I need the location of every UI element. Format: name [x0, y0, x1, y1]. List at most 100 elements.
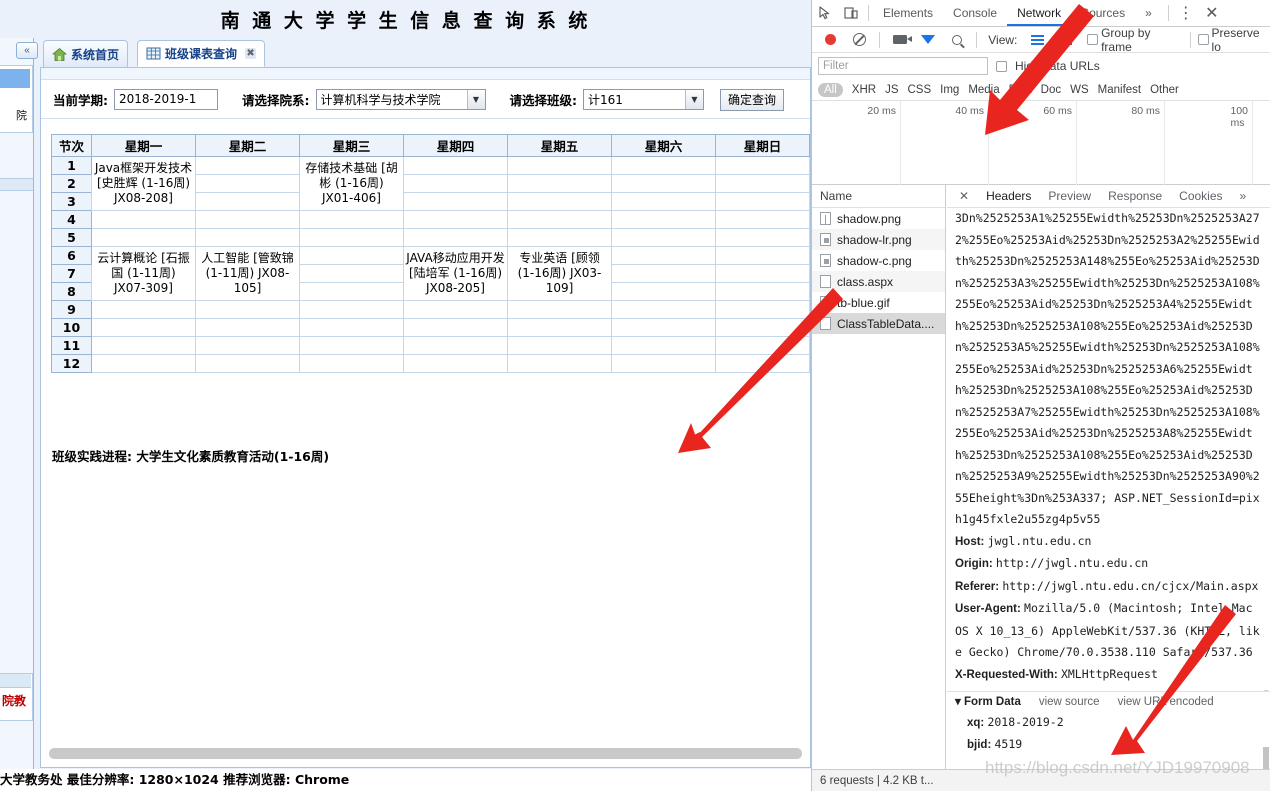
period-number: 11: [51, 336, 92, 355]
type-filter-media[interactable]: Media: [968, 84, 999, 96]
header-value: http://jwgl.ntu.edu.cn/cjcx/Main.aspx: [1002, 578, 1259, 593]
type-filter-css[interactable]: CSS: [907, 84, 931, 96]
type-filter-all[interactable]: All: [818, 82, 843, 97]
detail-tab-cookies[interactable]: Cookies: [1171, 185, 1230, 208]
tab-network[interactable]: Network: [1007, 0, 1072, 26]
filter-icon[interactable]: [915, 27, 940, 57]
empty-cell: [507, 210, 612, 229]
empty-cell: [507, 228, 612, 247]
more-panels-icon[interactable]: »: [1135, 0, 1162, 26]
type-filter-img[interactable]: Img: [940, 84, 959, 96]
empty-cell: [715, 318, 810, 337]
course-cell: 专业英语 [顾领 (1-16周) JX03-109]: [507, 246, 612, 301]
type-filter-doc[interactable]: Doc: [1041, 84, 1061, 96]
hide-data-urls-label: Hide data URLs: [1015, 59, 1100, 73]
type-filter-ws[interactable]: WS: [1070, 84, 1089, 96]
inspect-element-icon[interactable]: [812, 0, 838, 26]
request-row[interactable]: ClassTableData....: [812, 313, 945, 334]
tab-close-icon[interactable]: ✖: [245, 48, 257, 59]
detail-tab-response[interactable]: Response: [1100, 185, 1170, 208]
record-button[interactable]: [818, 27, 843, 53]
sidebar-panel-bottom[interactable]: 院教: [0, 673, 33, 721]
clear-button[interactable]: [846, 27, 871, 53]
view-url-encoded-link[interactable]: view URL encoded: [1118, 692, 1214, 712]
header-row: Host: jwgl.ntu.edu.cn: [955, 531, 1263, 554]
devtools-panel: Elements Console Network Sources » ⋮ ✕ V…: [811, 0, 1270, 791]
view-source-link[interactable]: view source: [1039, 692, 1100, 712]
watermark-text: https://blog.csdn.net/YJD19970908: [985, 758, 1250, 777]
empty-cell: [507, 192, 612, 211]
sidebar-collapse-button[interactable]: «: [16, 42, 38, 59]
empty-cell: [403, 318, 508, 337]
tab-class-schedule-label: 班级课表查询: [165, 47, 238, 61]
device-toolbar-icon[interactable]: [838, 0, 864, 26]
sidebar-selected-item[interactable]: [0, 69, 30, 88]
tab-strip: 系统首页 班级课表查询 ✖: [40, 40, 811, 68]
tab-console[interactable]: Console: [943, 0, 1007, 26]
chevron-down-icon[interactable]: ▼: [685, 90, 703, 109]
empty-cell: [507, 174, 612, 193]
empty-cell: [299, 210, 404, 229]
type-filter-font[interactable]: Font: [1009, 84, 1032, 96]
term-label: 当前学期:: [53, 93, 108, 108]
tab-system-home[interactable]: 系统首页: [43, 40, 129, 67]
capture-screenshots-icon[interactable]: [887, 27, 912, 53]
image-file-icon: [820, 212, 831, 225]
request-row[interactable]: class.aspx: [812, 271, 945, 292]
query-button[interactable]: 确定查询: [720, 88, 785, 111]
filter-input[interactable]: Filter: [818, 57, 988, 75]
col-friday: 星期五: [507, 134, 612, 157]
sidebar-panel-top[interactable]: 院: [0, 65, 33, 133]
form-data-section: ▾ Form Data view source view URL encoded…: [947, 691, 1270, 751]
tab-elements[interactable]: Elements: [873, 0, 943, 26]
period-number: 10: [51, 318, 92, 337]
chevron-down-icon[interactable]: ▼: [466, 90, 485, 109]
request-row[interactable]: shadow-c.png: [812, 250, 945, 271]
tab-sources[interactable]: Sources: [1071, 0, 1135, 26]
class-select[interactable]: 计161 ▼: [583, 89, 704, 110]
period-number: 2: [51, 174, 92, 193]
tab-class-schedule[interactable]: 班级课表查询 ✖: [137, 40, 266, 67]
group-by-frame-label: Group by frame: [1101, 25, 1151, 54]
image-file-icon: [820, 254, 831, 267]
type-filter-manifest[interactable]: Manifest: [1098, 84, 1141, 96]
query-filter-bar: 当前学期: 2018-2019-1 请选择院系: 计算机科学与技术学院 ▼ 请选…: [41, 81, 810, 119]
search-icon[interactable]: [944, 27, 969, 53]
empty-cell: [299, 264, 404, 283]
header-key: Origin:: [955, 558, 996, 570]
empty-cell: [195, 354, 300, 373]
devtools-close-icon[interactable]: ✕: [1199, 0, 1225, 26]
detail-more-icon[interactable]: »: [1232, 185, 1255, 208]
list-view-icon[interactable]: [1024, 27, 1049, 53]
request-row[interactable]: shadow-lr.png: [812, 229, 945, 250]
group-by-frame-checkbox[interactable]: [1087, 34, 1099, 45]
preserve-log-checkbox[interactable]: [1197, 34, 1209, 45]
period-number: 1: [51, 156, 92, 175]
period-number: 8: [51, 282, 92, 301]
form-data-title[interactable]: ▾ Form Data: [955, 692, 1021, 712]
detail-tab-headers[interactable]: Headers: [978, 185, 1039, 208]
dept-select[interactable]: 计算机科学与技术学院 ▼: [315, 89, 486, 110]
hide-data-urls-checkbox[interactable]: [996, 60, 1007, 72]
network-filter-row: Filter Hide data URLs: [812, 53, 1270, 79]
type-filter-other[interactable]: Other: [1150, 84, 1179, 96]
col-monday: 星期一: [91, 134, 196, 157]
request-row[interactable]: shadow.png: [812, 208, 945, 229]
devtools-menu-icon[interactable]: ⋮: [1173, 0, 1199, 26]
horizontal-scrollbar[interactable]: [49, 748, 802, 759]
detail-tab-preview[interactable]: Preview: [1040, 185, 1099, 208]
waterfall-view-icon[interactable]: [1053, 27, 1078, 53]
empty-cell: [403, 354, 508, 373]
type-filter-js[interactable]: JS: [885, 84, 898, 96]
type-filter-xhr[interactable]: XHR: [852, 84, 876, 96]
request-row[interactable]: tb-blue.gif: [812, 292, 945, 313]
schedule-row: 1 Java框架开发技术 [史胜辉 (1-16周) JX08-208] 存储技术基础…: [51, 156, 810, 211]
schedule-row: 12: [51, 354, 810, 373]
term-input[interactable]: 2018-2019-1: [114, 89, 218, 110]
empty-cell: [715, 156, 810, 175]
detail-close-icon[interactable]: ✕: [951, 185, 977, 208]
request-name: class.aspx: [837, 274, 894, 289]
empty-cell: [403, 192, 508, 211]
empty-cell: [91, 228, 196, 247]
empty-cell: [91, 354, 196, 373]
